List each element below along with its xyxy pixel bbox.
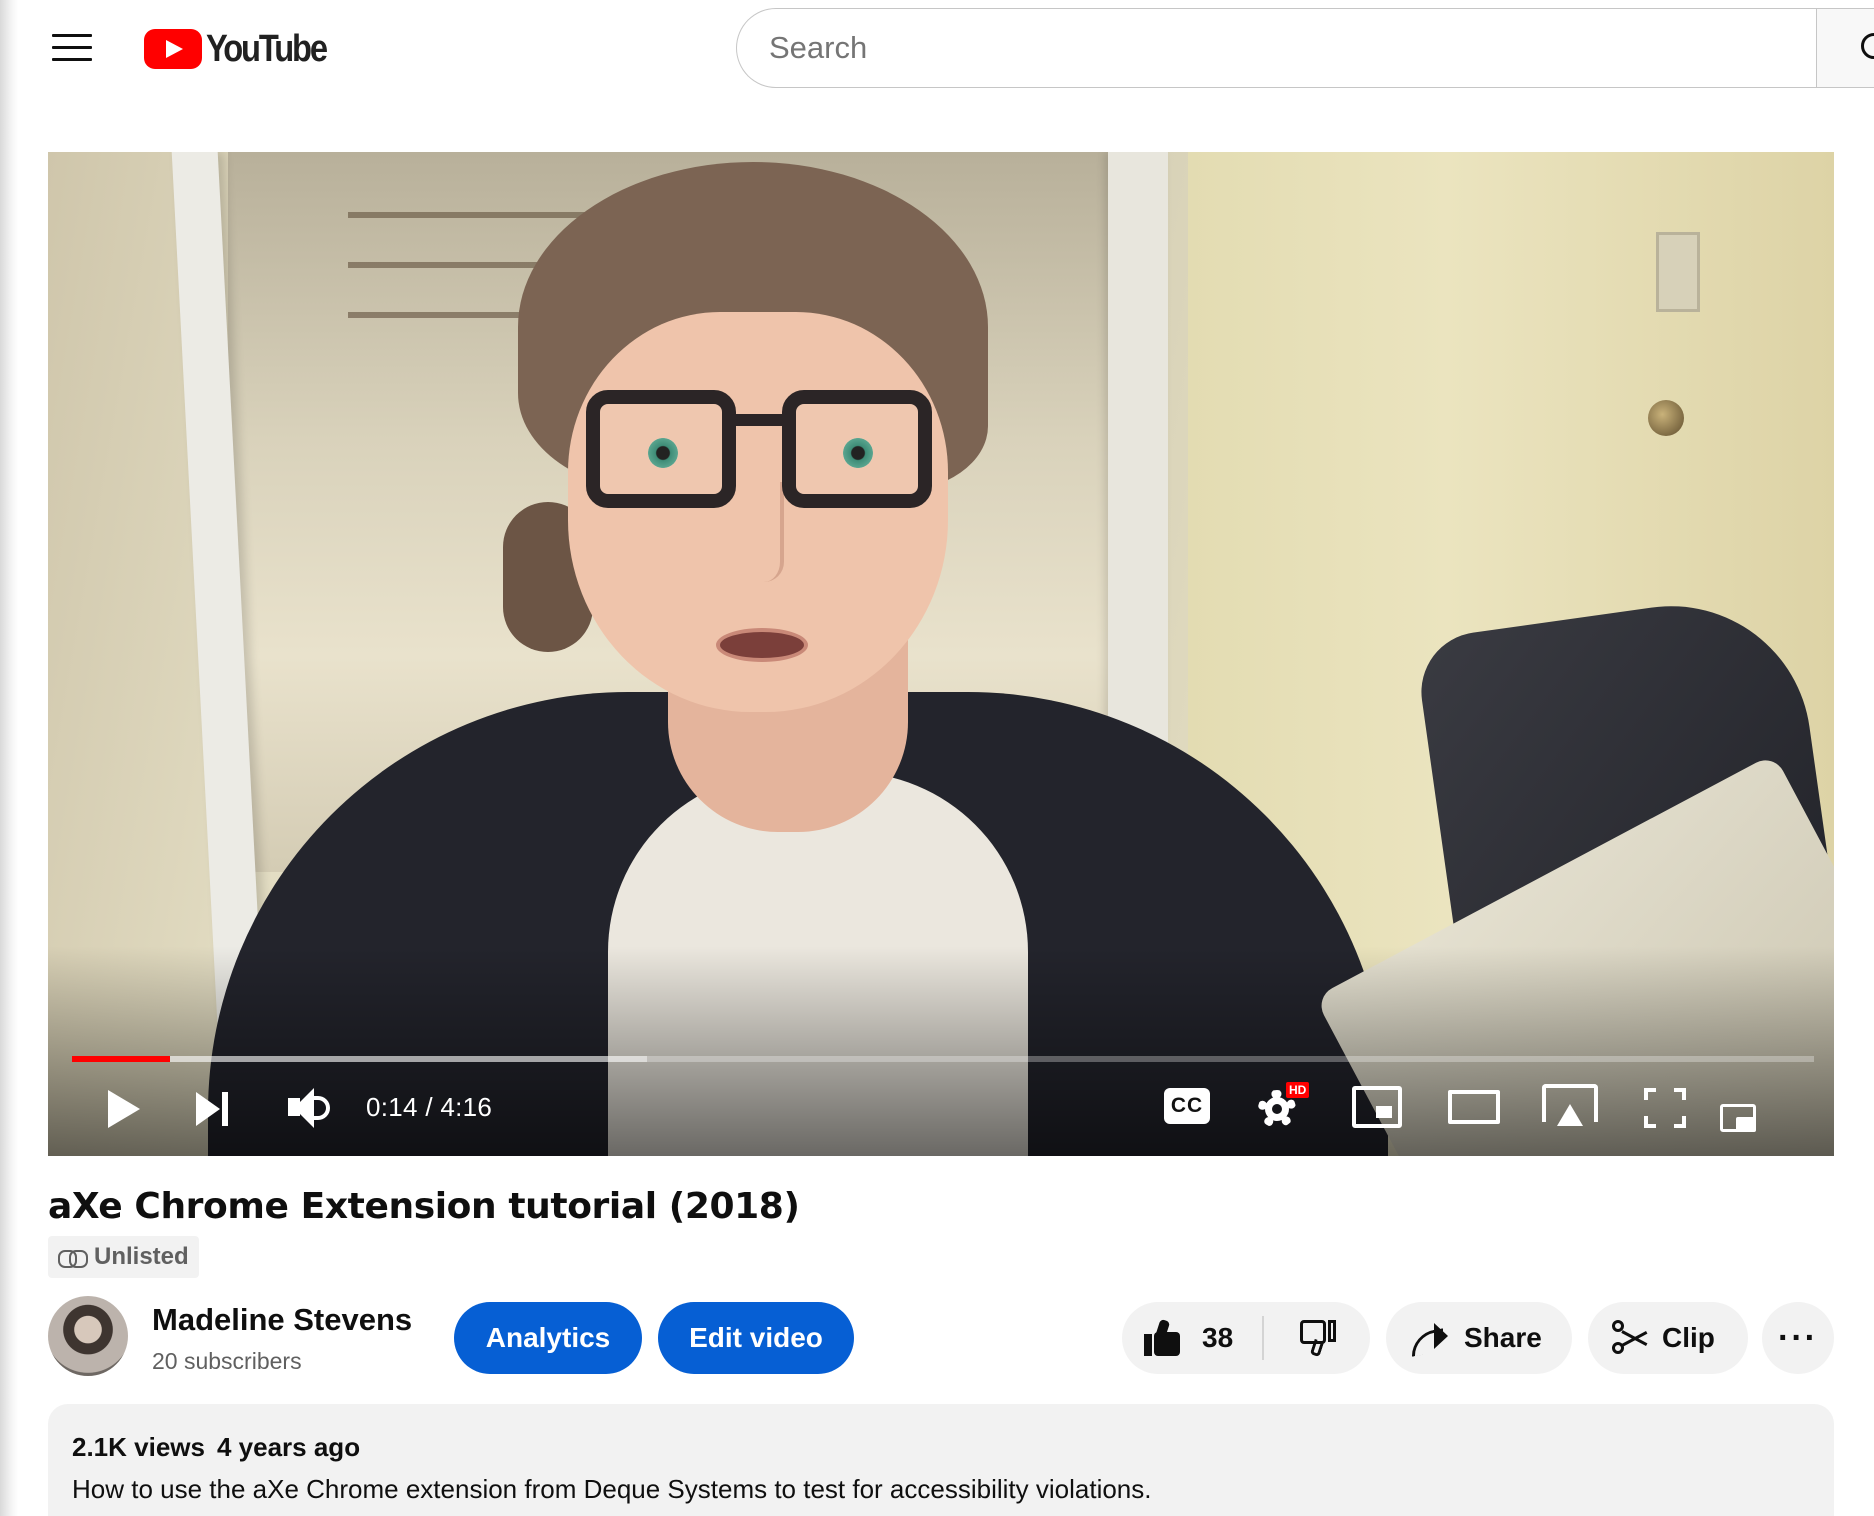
channel-avatar[interactable] [48,1296,128,1376]
search-box [736,8,1818,88]
play-button[interactable] [102,1086,142,1132]
progress-bar[interactable] [72,1056,1814,1062]
scissors-icon [1612,1320,1648,1356]
video-title: aXe Chrome Extension tutorial (2018) [48,1186,800,1227]
youtube-logo[interactable]: YouTube [144,28,345,70]
window-edge [0,0,18,1516]
search-icon [1861,33,1874,59]
channel-name[interactable]: Madeline Stevens [152,1302,412,1338]
captions-button[interactable]: CC [1164,1088,1210,1124]
miniplayer-button[interactable] [1352,1086,1402,1128]
subscriber-count: 20 subscribers [152,1348,302,1374]
progress-played [72,1056,170,1062]
analytics-button[interactable]: Analytics [454,1302,642,1374]
thumbs-up-icon [1144,1318,1182,1356]
volume-icon[interactable] [286,1086,334,1130]
unlisted-label: Unlisted [94,1243,189,1270]
description-box[interactable]: 2.1K views 4 years ago How to use the aXe… [48,1404,1834,1516]
time-display: 0:14 / 4:16 [366,1092,493,1122]
search-input[interactable] [769,30,1818,66]
link-icon [58,1250,88,1268]
edit-video-button[interactable]: Edit video [658,1302,854,1374]
clip-button[interactable]: Clip [1588,1302,1748,1374]
settings-button[interactable]: HD [1256,1082,1310,1130]
more-actions-button[interactable]: ··· [1762,1302,1834,1374]
menu-icon[interactable] [52,32,92,62]
search-button[interactable] [1816,8,1874,88]
youtube-play-icon [144,29,202,69]
upload-age: 4 years ago [216,1432,361,1462]
next-button[interactable] [194,1090,234,1128]
logo-text: YouTube [206,27,328,70]
description-meta: 2.1K views 4 years ago [72,1432,360,1463]
pip-icon[interactable] [1720,1104,1756,1132]
dislike-button[interactable] [1264,1302,1370,1374]
hd-badge: HD [1286,1082,1310,1098]
video-player[interactable]: 0:14 / 4:16 CC HD [48,152,1834,1156]
view-count: 2.1K views [72,1432,205,1462]
description-text: How to use the aXe Chrome extension from… [72,1474,1152,1504]
airplay-button[interactable] [1542,1084,1598,1128]
like-dislike-group: 38 [1122,1302,1370,1374]
top-bar: YouTube [0,0,1874,96]
clip-label: Clip [1662,1322,1715,1353]
like-button[interactable]: 38 [1122,1302,1262,1374]
theater-mode-button[interactable] [1448,1090,1500,1124]
unlisted-badge: Unlisted [48,1236,199,1278]
share-label: Share [1464,1322,1542,1353]
thumbs-down-icon [1298,1320,1336,1358]
share-icon [1410,1323,1450,1353]
share-button[interactable]: Share [1386,1302,1572,1374]
like-count: 38 [1202,1322,1234,1353]
fullscreen-button[interactable] [1644,1088,1686,1128]
